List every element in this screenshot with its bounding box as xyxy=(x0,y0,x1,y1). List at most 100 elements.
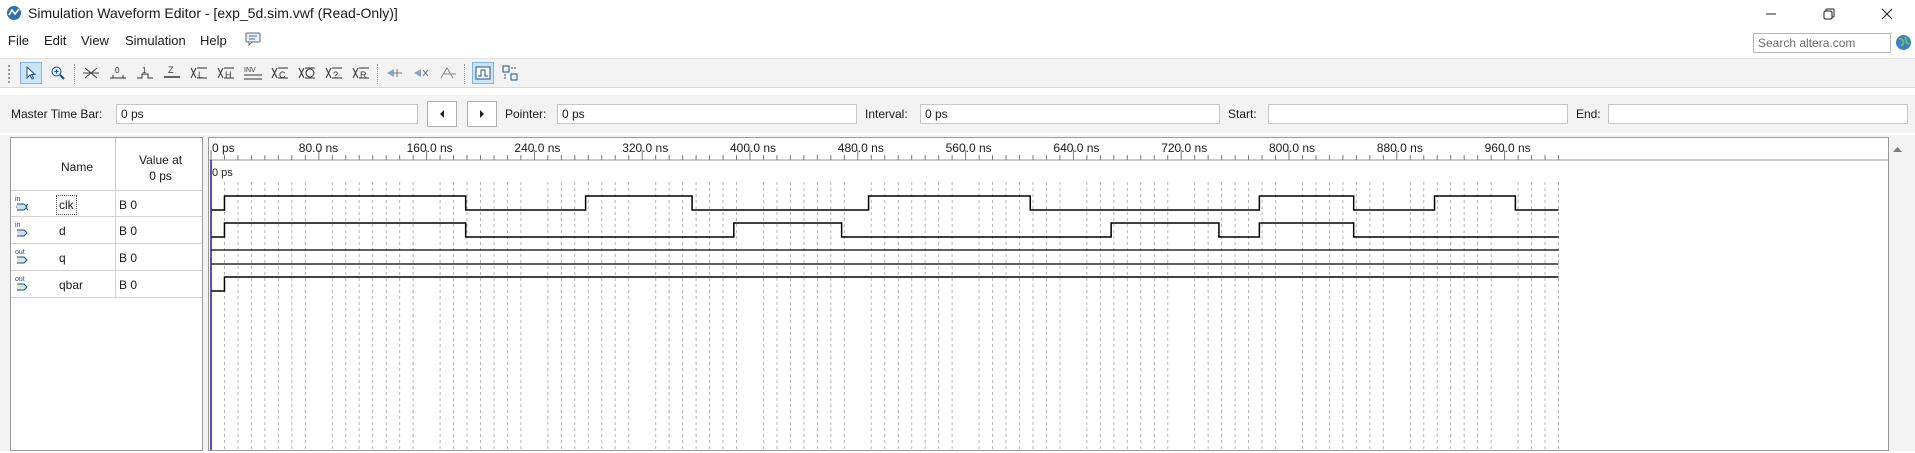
end-label: End: xyxy=(1576,107,1601,121)
count-value-button[interactable]: C xyxy=(269,62,291,84)
search-input[interactable] xyxy=(1753,33,1891,53)
signal-row[interactable]: out q B 0 xyxy=(11,244,202,271)
ruler-tick-label: 880.0 ns xyxy=(1377,141,1423,155)
signal-row[interactable]: in clk B 0 xyxy=(11,190,202,218)
force-low-icon: 0 xyxy=(110,66,126,79)
clock-value-button[interactable] xyxy=(296,62,318,84)
count-value-icon: C xyxy=(271,67,288,80)
force-weak-low-button[interactable]: L xyxy=(188,62,210,84)
chevron-right-icon xyxy=(480,110,484,118)
output-pin-icon: out xyxy=(15,249,28,264)
force-high-button[interactable]: 1 xyxy=(134,62,156,84)
globe-icon[interactable] xyxy=(1895,34,1912,51)
restore-icon xyxy=(1823,8,1835,20)
force-low-button[interactable]: 0 xyxy=(107,62,129,84)
close-icon xyxy=(1881,8,1893,20)
output-pin-icon: out xyxy=(15,276,28,291)
value-header-line2: 0 ps xyxy=(149,169,172,183)
menu-help[interactable]: Help xyxy=(200,33,227,48)
grid-settings-button[interactable] xyxy=(410,62,432,84)
signal-name: qbar xyxy=(59,278,84,292)
force-weak-high-button[interactable]: H xyxy=(215,62,237,84)
toolbar-separator xyxy=(464,64,465,84)
ruler-tick-label: 560.0 ns xyxy=(946,141,992,155)
pointer-field[interactable]: 0 ps xyxy=(557,104,857,124)
zoom-tool-icon xyxy=(51,66,65,80)
force-weak-low-icon: L xyxy=(190,67,207,80)
force-high-impedance-icon: Z xyxy=(164,65,180,78)
menu-simulation[interactable]: Simulation xyxy=(125,33,186,48)
random-value-button[interactable]: R xyxy=(350,62,372,84)
start-field[interactable] xyxy=(1268,104,1568,124)
interval-field[interactable]: 0 ps xyxy=(920,104,1220,124)
ruler-tick-label: 960.0 ns xyxy=(1485,141,1531,155)
chevron-left-icon xyxy=(440,110,444,118)
selection-tool-icon xyxy=(26,65,37,80)
svg-text:in: in xyxy=(15,222,21,229)
minimize-button[interactable] xyxy=(1748,0,1794,28)
force-unknown-button[interactable] xyxy=(80,62,102,84)
menu-file[interactable]: File xyxy=(8,33,29,48)
ruler-tick-label: 480.0 ns xyxy=(838,141,884,155)
help-chat-icon[interactable] xyxy=(245,32,261,46)
grouping-icon xyxy=(502,65,518,81)
toolbar: 0 1 Z L H INV C ? R xyxy=(0,58,1915,88)
toolbar-grip[interactable] xyxy=(8,65,10,83)
selection-tool-button[interactable] xyxy=(20,62,42,84)
signal-name: d xyxy=(59,224,66,238)
pointer-label: Pointer: xyxy=(505,107,547,121)
random-value-icon: R xyxy=(352,67,369,80)
waveform-view-button[interactable] xyxy=(472,62,494,84)
signal-value: B 0 xyxy=(119,198,138,212)
signal-row[interactable]: out qbar B 0 xyxy=(11,271,202,298)
title-bar: Simulation Waveform Editor - [exp_5d.sim… xyxy=(0,0,1915,28)
ruler-tick-label: 800.0 ns xyxy=(1269,141,1315,155)
align-icon xyxy=(440,67,456,79)
signal-value: B 0 xyxy=(119,251,138,265)
row-column-divider xyxy=(115,217,116,244)
snap-to-grid-button[interactable] xyxy=(383,62,405,84)
waveform-panel[interactable]: 0 ps 80.0 ns 160.0 ns 240.0 ns 320.0 ns 400.0… xyxy=(208,137,1889,451)
header-column-divider xyxy=(115,138,116,190)
vertical-scrollbar[interactable] xyxy=(1889,137,1906,451)
force-high-impedance-button[interactable]: Z xyxy=(161,62,183,84)
svg-text:Z: Z xyxy=(168,65,174,75)
minimize-icon xyxy=(1766,13,1776,15)
arbitrary-value-button[interactable]: ? xyxy=(323,62,345,84)
ruler-tick-label: 400.0 ns xyxy=(730,141,776,155)
app-icon xyxy=(7,6,21,20)
invert-button[interactable]: INV xyxy=(242,62,264,84)
zoom-tool-button[interactable] xyxy=(47,62,69,84)
grid-settings-icon xyxy=(414,69,429,77)
align-button[interactable] xyxy=(437,62,459,84)
ruler-tick-label: 240.0 ns xyxy=(514,141,560,155)
ruler-tick-label: 640.0 ns xyxy=(1053,141,1099,155)
menu-edit[interactable]: Edit xyxy=(44,33,66,48)
next-transition-button[interactable] xyxy=(467,101,497,127)
grouping-button[interactable] xyxy=(499,62,521,84)
grid-lines xyxy=(223,182,1559,450)
invert-icon: INV xyxy=(244,67,262,80)
menu-view[interactable]: View xyxy=(81,33,109,48)
restore-button[interactable] xyxy=(1806,0,1852,28)
close-button[interactable] xyxy=(1864,0,1910,28)
clock-value-icon xyxy=(298,67,315,79)
timeline-ruler[interactable]: 0 ps 80.0 ns 160.0 ns 240.0 ns 320.0 ns 400.0… xyxy=(209,141,1888,161)
master-time-bar-field[interactable]: 0 ps xyxy=(116,104,418,124)
end-field[interactable] xyxy=(1608,104,1908,124)
signal-row[interactable]: in d B 0 xyxy=(11,217,202,244)
toolbar-separator xyxy=(74,64,75,84)
name-column-header[interactable]: Name xyxy=(61,160,93,174)
snap-to-grid-icon xyxy=(387,69,402,77)
arbitrary-value-icon: ? xyxy=(325,67,342,80)
signal-value: B 0 xyxy=(119,224,138,238)
start-label: Start: xyxy=(1228,107,1257,121)
value-column-header[interactable]: Value at 0 ps xyxy=(139,152,182,184)
signal-name: q xyxy=(59,251,66,265)
waveform-canvas[interactable]: 0 ps 80.0 ns 160.0 ns 240.0 ns 320.0 ns 400.0… xyxy=(209,138,1888,450)
svg-text:out: out xyxy=(15,276,25,283)
previous-transition-button[interactable] xyxy=(427,101,457,127)
svg-text:0: 0 xyxy=(115,66,120,75)
master-time-bar-label: Master Time Bar: xyxy=(11,107,103,121)
scroll-up-icon[interactable] xyxy=(1889,143,1906,157)
